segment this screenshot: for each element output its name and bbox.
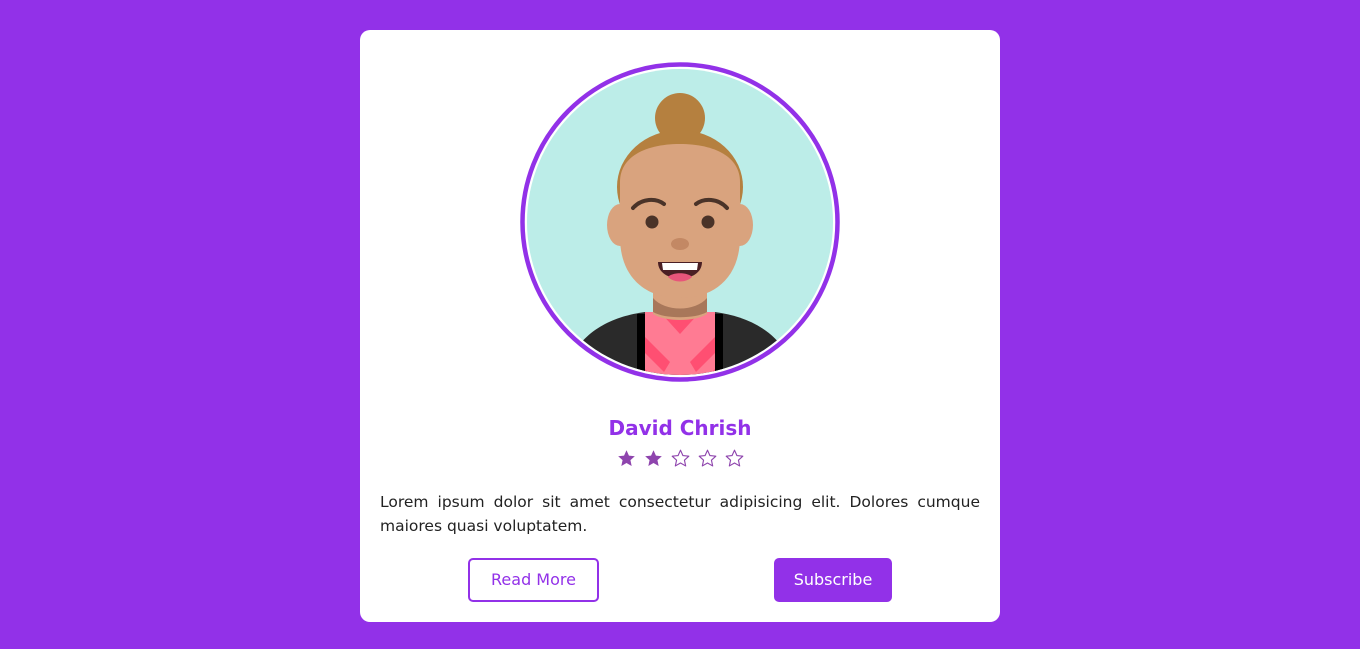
profile-description: Lorem ipsum dolor sit amet consectetur a…: [380, 493, 980, 535]
star-rating: [360, 448, 1000, 469]
avatar-illustration: [520, 62, 840, 382]
star-filled-icon: [617, 450, 635, 466]
subscribe-button[interactable]: Subscribe: [774, 558, 892, 602]
profile-name: David Chrish: [608, 416, 752, 440]
star-outline-icon: [725, 449, 743, 467]
star-filled-icon: [644, 450, 662, 466]
star-outline-icon: [698, 449, 716, 467]
read-more-button[interactable]: Read More: [468, 558, 599, 602]
profile-card: David Chrish Lorem ipsum dolor sit amet …: [360, 30, 1000, 622]
star-outline-icon: [671, 449, 689, 467]
avatar: [520, 62, 840, 382]
